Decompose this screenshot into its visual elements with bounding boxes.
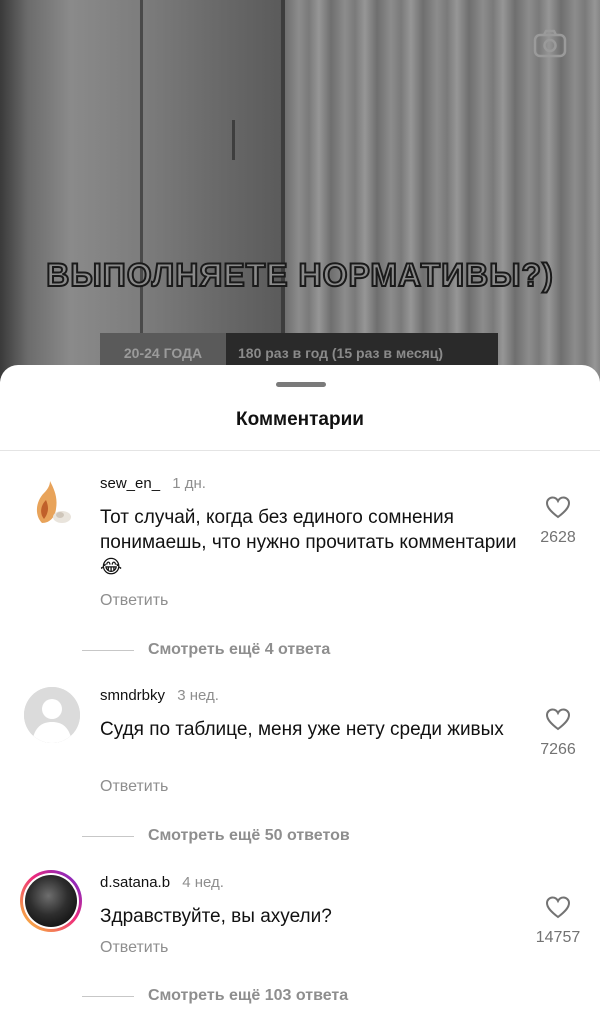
- comment-meta: smndrbky 3 нед.: [100, 687, 219, 704]
- reply-button[interactable]: Ответить: [100, 778, 168, 796]
- comment-meta: sew_en_ 1 дн.: [100, 475, 206, 492]
- view-more-replies[interactable]: Смотреть ещё 103 ответа: [82, 987, 348, 1005]
- like-count: 14757: [535, 929, 581, 946]
- reply-button[interactable]: Ответить: [100, 592, 168, 610]
- table-norm-cell: 180 раз в год (15 раз в месяц): [238, 345, 444, 361]
- default-avatar-icon: [24, 687, 80, 743]
- comment-text: Здравствуйте, вы ахуели?: [100, 906, 332, 927]
- camera-icon[interactable]: [533, 28, 567, 58]
- like-count: 2628: [540, 529, 576, 546]
- like-button[interactable]: 14757: [518, 895, 598, 947]
- video-overlay-title: ВЫПОЛНЯЕТЕ НОРМАТИВЫ?): [45, 256, 554, 294]
- replies-line: [82, 835, 134, 837]
- view-more-replies[interactable]: Смотреть ещё 4 ответа: [82, 641, 330, 659]
- comment-username[interactable]: d.satana.b: [100, 874, 170, 891]
- comment-time: 4 нед.: [182, 874, 224, 891]
- comments-sheet: Комментарии sew_en_ 1 дн. Тот случай, ко…: [0, 365, 600, 1011]
- sheet-drag-handle[interactable]: [276, 382, 326, 387]
- wardrobe-handle: [232, 120, 235, 160]
- like-button[interactable]: 2628: [518, 495, 598, 547]
- replies-line: [82, 649, 134, 651]
- like-count: 7266: [540, 741, 576, 758]
- comment-text: Тот случай, когда без единого сомнения п…: [100, 507, 517, 578]
- reply-button[interactable]: Ответить: [100, 939, 168, 957]
- view-more-replies-label: Смотреть ещё 50 ответов: [148, 827, 350, 844]
- avatar[interactable]: [24, 475, 80, 531]
- view-more-replies-label: Смотреть ещё 103 ответа: [148, 987, 349, 1004]
- comment-username[interactable]: sew_en_: [100, 475, 160, 492]
- avatar-candle-icon: [24, 475, 80, 531]
- view-more-replies[interactable]: Смотреть ещё 50 ответов: [82, 827, 350, 845]
- avatar: [25, 875, 77, 927]
- view-more-replies-label: Смотреть ещё 4 ответа: [148, 641, 331, 658]
- heart-icon: [545, 708, 571, 731]
- avatar[interactable]: [24, 687, 80, 743]
- comment-meta: d.satana.b 4 нед.: [100, 874, 224, 891]
- like-button[interactable]: 7266: [518, 707, 598, 759]
- sheet-title: Комментарии: [236, 409, 364, 430]
- video-background[interactable]: ВЫПОЛНЯЕТЕ НОРМАТИВЫ?) 20-24 ГОДА 180 ра…: [0, 0, 600, 400]
- replies-line: [82, 995, 134, 997]
- comment-text: Судя по таблице, меня уже нету среди жив…: [100, 719, 504, 740]
- heart-icon: [545, 896, 571, 919]
- heart-icon: [545, 496, 571, 519]
- avatar-inner: [23, 873, 79, 929]
- comment-time: 1 дн.: [172, 475, 206, 492]
- comment-time: 3 нед.: [177, 687, 219, 704]
- comment-username[interactable]: smndrbky: [100, 687, 165, 704]
- avatar-story-ring[interactable]: [20, 870, 82, 932]
- sheet-divider: [0, 450, 600, 451]
